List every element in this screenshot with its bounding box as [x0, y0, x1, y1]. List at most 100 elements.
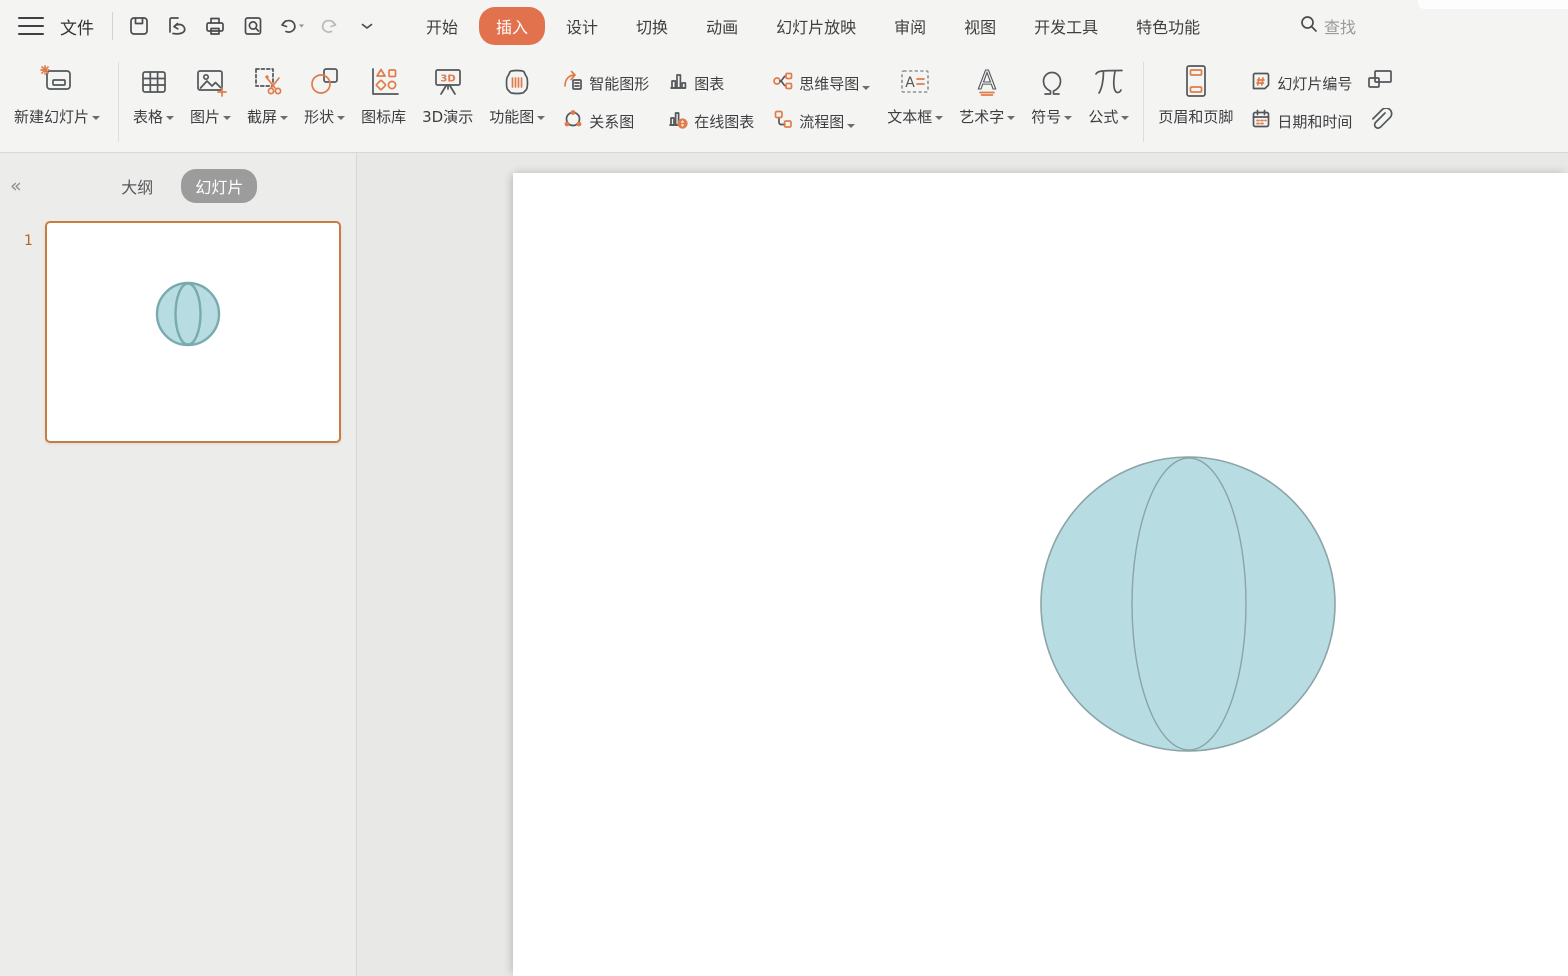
smart-graphics-button[interactable]: 智能图形: [562, 70, 649, 96]
table-icon: [136, 61, 172, 103]
print-icon[interactable]: [199, 10, 231, 42]
mindmap-icon: [772, 70, 794, 96]
wordart-icon: A: [968, 61, 1006, 103]
symbol-label: 符号: [1031, 106, 1072, 127]
svg-text:3D: 3D: [440, 74, 455, 85]
svg-text:A: A: [978, 66, 996, 96]
tab-outline[interactable]: 大纲: [107, 169, 167, 203]
relation-diagram-icon: [562, 108, 584, 134]
graphics-column: 智能图形 关系图: [553, 52, 658, 152]
slide-thumbnail[interactable]: [45, 221, 341, 443]
table-button[interactable]: 表格: [125, 52, 182, 152]
tab-animation[interactable]: 动画: [689, 7, 755, 45]
insert-ribbon: 新建幻灯片 表格 图片: [0, 52, 1568, 153]
quick-access-toolbar: [123, 10, 383, 42]
smart-graphics-icon: [562, 70, 584, 96]
attachment-button[interactable]: [1367, 108, 1395, 136]
mindmap-button[interactable]: 思维导图: [772, 70, 870, 96]
presentation-3d-icon: 3D: [428, 61, 468, 103]
flowchart-button[interactable]: 流程图: [772, 108, 870, 134]
header-footer-icon: [1177, 61, 1215, 103]
slide-panel: « 大纲 幻灯片 1: [0, 153, 357, 976]
tab-devtools[interactable]: 开发工具: [1017, 7, 1115, 45]
screenshot-button[interactable]: 截屏: [239, 52, 296, 152]
undo-icon[interactable]: [275, 10, 307, 42]
chart-button[interactable]: 图表: [667, 70, 754, 96]
online-chart-label: 在线图表: [694, 111, 754, 132]
slide-number-button[interactable]: 幻灯片编号: [1250, 70, 1352, 96]
new-slide-icon: [37, 61, 77, 103]
tab-insert[interactable]: 插入: [479, 7, 545, 45]
search-icon: [1299, 14, 1319, 38]
header-footer-label: 页眉和页脚: [1158, 106, 1233, 127]
customize-toolbar-icon[interactable]: [351, 10, 383, 42]
file-menu[interactable]: 文件: [56, 8, 98, 45]
function-diagram-button[interactable]: 功能图: [481, 52, 553, 152]
shapes-icon: [306, 61, 344, 103]
symbol-button[interactable]: 符号: [1023, 52, 1080, 152]
object-button[interactable]: [1367, 68, 1395, 94]
title-tab-bar: 文件 开始 插入 设计 切换 动画 幻灯片放映 审阅 视图 开: [0, 0, 1568, 52]
icon-library-icon: [365, 61, 403, 103]
tab-view[interactable]: 视图: [947, 7, 1013, 45]
formula-icon: [1089, 61, 1129, 103]
window-chrome: [1418, 0, 1568, 9]
tab-review[interactable]: 审阅: [877, 7, 943, 45]
wordart-button[interactable]: A 艺术字: [951, 52, 1023, 152]
mindmap-label: 思维导图: [799, 73, 870, 94]
formula-button[interactable]: 公式: [1080, 52, 1137, 152]
print-preview-icon[interactable]: [237, 10, 269, 42]
online-chart-button[interactable]: 在线图表: [667, 108, 754, 134]
thumbnail-sphere-shape: [152, 278, 224, 350]
textbox-button[interactable]: A 文本框: [879, 52, 951, 152]
relation-diagram-button[interactable]: 关系图: [562, 108, 649, 134]
chart-label: 图表: [694, 73, 724, 94]
shapes-label: 形状: [304, 106, 345, 127]
tab-design[interactable]: 设计: [549, 7, 615, 45]
tab-slideshow[interactable]: 幻灯片放映: [759, 7, 873, 45]
smart-graphics-label: 智能图形: [589, 73, 649, 94]
symbol-icon: [1033, 61, 1071, 103]
clipped-buttons-column: [1361, 52, 1395, 152]
picture-icon: [192, 61, 230, 103]
group-divider: [118, 62, 119, 142]
relation-diagram-label: 关系图: [589, 111, 634, 132]
table-label: 表格: [133, 106, 174, 127]
chart-column: 图表 在线图表: [658, 52, 763, 152]
date-time-button[interactable]: 日期和时间: [1250, 108, 1352, 134]
new-slide-button[interactable]: 新建幻灯片: [2, 52, 112, 152]
presentation-3d-label: 3D演示: [422, 106, 473, 127]
flowchart-label: 流程图: [799, 111, 855, 132]
diagram-column: 思维导图 流程图: [763, 52, 879, 152]
wordart-label: 艺术字: [959, 106, 1015, 127]
redo-icon[interactable]: [313, 10, 345, 42]
svg-text:A: A: [905, 75, 915, 91]
tab-slides[interactable]: 幻灯片: [181, 169, 257, 203]
presentation-3d-button[interactable]: 3D 3D演示: [414, 52, 481, 152]
save-icon[interactable]: [123, 10, 155, 42]
formula-label: 公式: [1088, 106, 1129, 127]
tab-home[interactable]: 开始: [409, 7, 475, 45]
date-time-label: 日期和时间: [1277, 111, 1352, 132]
export-icon[interactable]: [161, 10, 193, 42]
slide-number-indicator: 1: [24, 233, 33, 249]
slide-number-label: 幻灯片编号: [1277, 73, 1352, 94]
slide-canvas[interactable]: [513, 173, 1568, 976]
chart-icon: [667, 70, 689, 96]
group-divider: [1143, 62, 1144, 142]
collapse-panel-icon[interactable]: «: [10, 175, 20, 197]
icon-library-button[interactable]: 图标库: [353, 52, 414, 152]
main-menu-icon[interactable]: [18, 17, 44, 35]
number-date-column: 幻灯片编号 日期和时间: [1241, 52, 1361, 152]
find-control[interactable]: 查找: [1299, 14, 1356, 38]
new-slide-label: 新建幻灯片: [14, 106, 100, 127]
shapes-button[interactable]: 形状: [296, 52, 353, 152]
tab-transitions[interactable]: 切换: [619, 7, 685, 45]
sphere-shape[interactable]: [1038, 456, 1338, 756]
picture-button[interactable]: 图片: [182, 52, 239, 152]
header-footer-button[interactable]: 页眉和页脚: [1150, 52, 1241, 152]
tab-special-features[interactable]: 特色功能: [1119, 7, 1217, 45]
function-diagram-icon: [498, 61, 536, 103]
find-label: 查找: [1324, 14, 1356, 38]
textbox-label: 文本框: [887, 106, 943, 127]
